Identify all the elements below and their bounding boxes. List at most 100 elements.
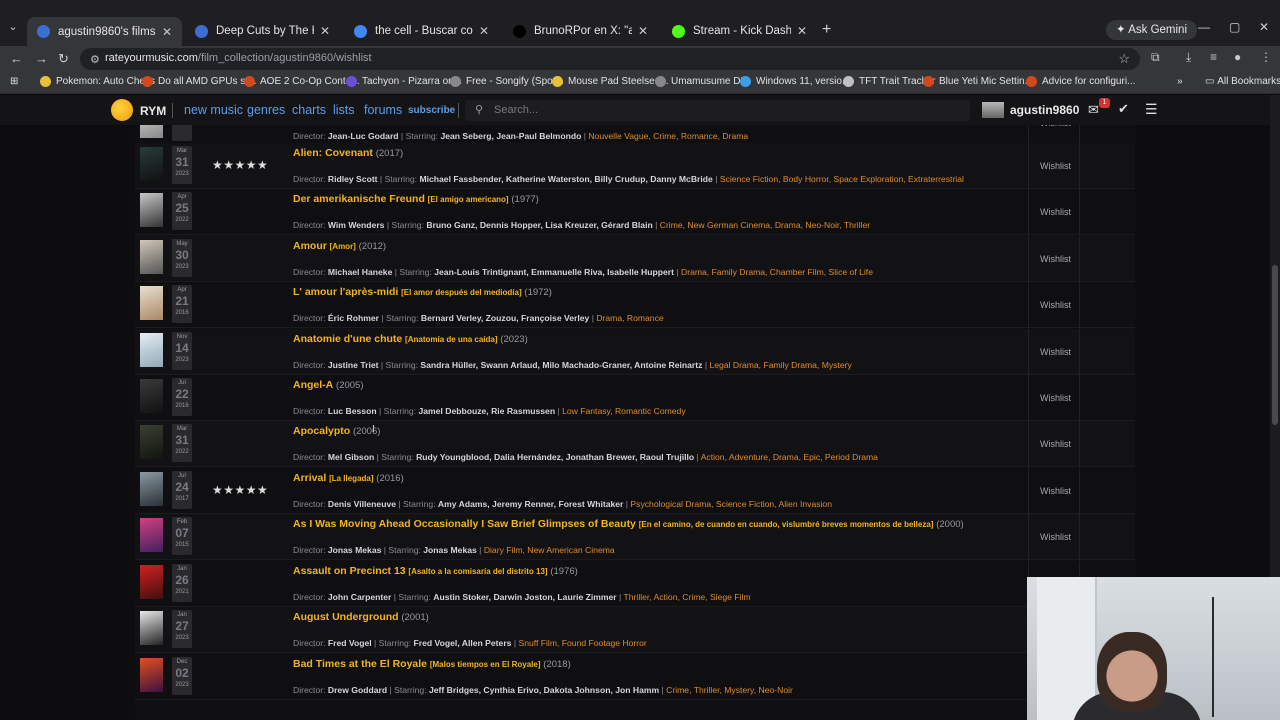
browser-tab[interactable]: the cell - Buscar con Google ✕ xyxy=(344,19,499,43)
film-poster[interactable] xyxy=(140,125,163,138)
film-poster[interactable] xyxy=(140,379,163,413)
film-poster[interactable] xyxy=(140,147,163,181)
nav-charts[interactable]: charts xyxy=(292,103,326,117)
tab-search-chevron-icon[interactable]: ⌄ xyxy=(6,20,20,34)
film-year[interactable]: (2000) xyxy=(936,519,963,530)
wishlist-status[interactable]: Wishlist xyxy=(1040,347,1071,357)
cast-names[interactable]: Jean Seberg, Jean-Paul Belmondo xyxy=(440,131,581,141)
director-name[interactable]: Luc Besson xyxy=(328,406,377,416)
film-genres[interactable]: Legal Drama, Family Drama, Mystery xyxy=(709,360,851,370)
wishlist-status[interactable]: Wishlist xyxy=(1040,439,1071,449)
browser-menu-icon[interactable]: ⋮ xyxy=(1260,50,1272,64)
ask-gemini-button[interactable]: ✦ Ask Gemini xyxy=(1106,20,1197,40)
film-poster[interactable] xyxy=(140,333,163,367)
film-title-link[interactable]: Der amerikanische Freund xyxy=(293,193,425,205)
forward-icon[interactable]: → xyxy=(35,51,48,66)
film-year[interactable]: (2023) xyxy=(500,334,527,345)
bookmark-item[interactable]: Advice for configuri... xyxy=(1026,76,1135,87)
film-title-link[interactable]: As I Was Moving Ahead Occasionally I Saw… xyxy=(293,518,636,530)
minimize-icon[interactable]: — xyxy=(1198,20,1210,34)
subscribe-link[interactable]: subscribe xyxy=(408,105,455,116)
site-search-input[interactable]: ⚲ Search... xyxy=(465,100,970,121)
username-link[interactable]: agustin9860 xyxy=(1010,103,1079,117)
director-name[interactable]: Drew Goddard xyxy=(328,685,387,695)
film-title-link[interactable]: L' amour l'après-midi xyxy=(293,286,398,298)
film-poster[interactable] xyxy=(140,611,163,645)
cast-names[interactable]: Michael Fassbender, Katherine Waterston,… xyxy=(419,174,712,184)
wishlist-status[interactable]: Wishlist xyxy=(1040,207,1071,217)
director-name[interactable]: Fred Vogel xyxy=(328,638,372,648)
address-bar[interactable]: ⚙ rateyourmusic.com/film_collection/agus… xyxy=(80,48,1140,70)
cast-names[interactable]: Rudy Youngblood, Dalia Hernández, Jonath… xyxy=(416,452,694,462)
close-tab-icon[interactable]: ✕ xyxy=(320,24,330,38)
nav-forums[interactable]: forums xyxy=(364,103,402,117)
director-name[interactable]: Michael Haneke xyxy=(328,267,392,277)
wishlist-status[interactable]: Wishlist xyxy=(1040,254,1071,264)
cast-names[interactable]: Jonas Mekas xyxy=(423,545,477,555)
bookmark-item[interactable]: Windows 11, versio... xyxy=(740,76,850,87)
back-icon[interactable]: ← xyxy=(10,51,23,66)
film-genres[interactable]: Crime, Thriller, Mystery, Neo-Noir xyxy=(666,685,793,695)
nav-lists[interactable]: lists xyxy=(333,103,355,117)
director-name[interactable]: Denis Villeneuve xyxy=(328,499,396,509)
rym-logo-icon[interactable] xyxy=(111,99,133,121)
film-year[interactable]: (2005) xyxy=(336,380,363,391)
cast-names[interactable]: Sandra Hüller, Swann Arlaud, Milo Machad… xyxy=(420,360,702,370)
maximize-icon[interactable]: ▢ xyxy=(1229,20,1240,34)
film-poster[interactable] xyxy=(140,565,163,599)
bookmark-star-icon[interactable]: ☆ xyxy=(1118,51,1130,67)
profile-avatar-icon[interactable]: ● xyxy=(1234,50,1241,64)
star-rating[interactable]: ★★★★★ xyxy=(212,483,268,497)
film-genres[interactable]: Diary Film, New American Cinema xyxy=(484,545,615,555)
hamburger-menu-icon[interactable]: ☰ xyxy=(1145,101,1158,118)
media-icon[interactable]: ≡ xyxy=(1210,50,1217,64)
browser-tab[interactable]: Deep Cuts by The Knife (Album ✕ xyxy=(185,19,340,43)
bookmark-item[interactable]: Do all AMD GPUs st... xyxy=(142,76,256,87)
close-tab-icon[interactable]: ✕ xyxy=(797,24,807,38)
film-title-link[interactable]: Assault on Precinct 13 xyxy=(293,565,406,577)
film-genres[interactable]: Low Fantasy, Romantic Comedy xyxy=(562,406,686,416)
film-genres[interactable]: Psychological Drama, Science Fiction, Al… xyxy=(630,499,832,509)
browser-tab[interactable]: Stream - Kick Dashboard ✕ xyxy=(662,19,817,43)
wishlist-status[interactable]: Wishlist xyxy=(1040,300,1071,310)
film-poster[interactable] xyxy=(140,658,163,692)
bookmark-item[interactable]: Umamusume DB xyxy=(655,76,747,87)
film-title-link[interactable]: Amour xyxy=(293,240,327,252)
film-title-link[interactable]: Apocalypto xyxy=(293,425,350,437)
director-name[interactable]: Éric Rohmer xyxy=(328,313,379,323)
all-bookmarks[interactable]: ▭ All Bookmarks xyxy=(1205,76,1280,87)
film-year[interactable]: (2001) xyxy=(401,612,428,623)
bookmark-item[interactable]: AOE 2 Co-Op Conte... xyxy=(244,76,360,87)
cast-names[interactable]: Jeff Bridges, Cynthia Erivo, Dakota John… xyxy=(429,685,659,695)
director-name[interactable]: Mel Gibson xyxy=(328,452,374,462)
wishlist-status[interactable]: Wishlist xyxy=(1040,486,1071,496)
film-year[interactable]: (2006) xyxy=(353,426,380,437)
film-genres[interactable]: Snuff Film, Found Footage Horror xyxy=(518,638,646,648)
film-genres[interactable]: Drama, Family Drama, Chamber Film, Slice… xyxy=(681,267,873,277)
checkmark-icon[interactable]: ✔ xyxy=(1118,101,1129,117)
close-tab-icon[interactable]: ✕ xyxy=(638,24,648,38)
film-genres[interactable]: Action, Adventure, Drama, Epic, Period D… xyxy=(701,452,878,462)
film-poster[interactable] xyxy=(140,425,163,459)
director-name[interactable]: Ridley Scott xyxy=(328,174,378,184)
close-tab-icon[interactable]: ✕ xyxy=(162,25,172,39)
nav-new-music[interactable]: new music xyxy=(184,103,243,117)
cast-names[interactable]: Bernard Verley, Zouzou, Françoise Verley xyxy=(421,313,589,323)
wishlist-status[interactable]: Wishlist xyxy=(1040,125,1071,128)
film-title-link[interactable]: Bad Times at the El Royale xyxy=(293,658,427,670)
film-title-link[interactable]: August Underground xyxy=(293,611,399,623)
bookmark-item[interactable]: Pokemon: Auto Chess xyxy=(40,76,155,87)
cast-names[interactable]: Jamel Debbouze, Rie Rasmussen xyxy=(418,406,555,416)
film-year[interactable]: (2016) xyxy=(376,473,403,484)
film-title-link[interactable]: Angel-A xyxy=(293,379,333,391)
film-year[interactable]: (2012) xyxy=(359,241,386,252)
cast-names[interactable]: Bruno Ganz, Dennis Hopper, Lisa Kreuzer,… xyxy=(426,220,652,230)
star-rating[interactable]: ★★★★★ xyxy=(212,158,268,172)
site-logo-text[interactable]: RYM xyxy=(140,104,166,118)
user-avatar[interactable] xyxy=(982,102,1004,118)
film-title-link[interactable]: Arrival xyxy=(293,472,326,484)
more-bookmarks-icon[interactable]: » xyxy=(1177,76,1183,87)
film-genres[interactable]: Drama, Romance xyxy=(596,313,663,323)
film-year[interactable]: (1976) xyxy=(550,566,577,577)
cast-names[interactable]: Amy Adams, Jeremy Renner, Forest Whitake… xyxy=(438,499,623,509)
